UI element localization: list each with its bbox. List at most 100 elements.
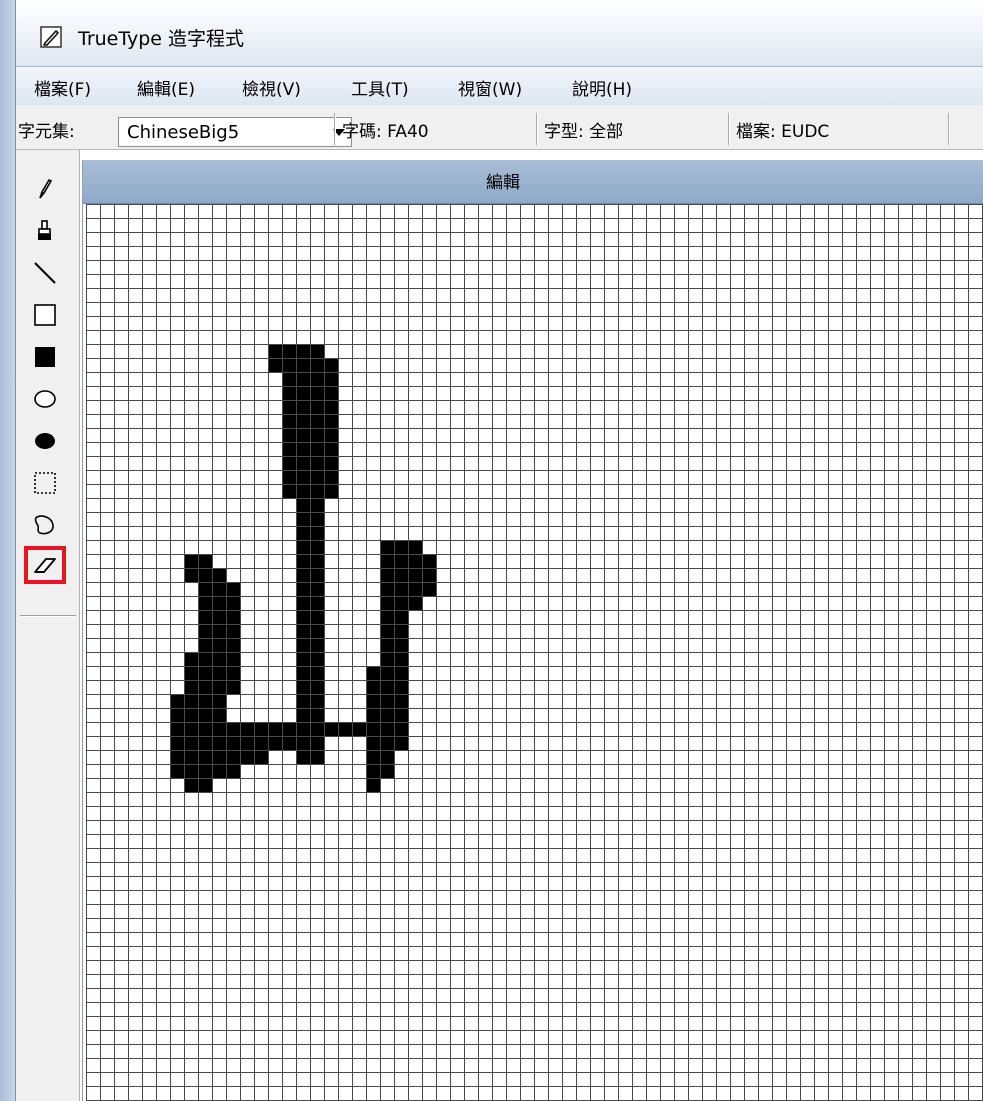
filled-pixel[interactable] [296, 680, 310, 694]
filled-pixel[interactable] [310, 414, 324, 428]
filled-pixel[interactable] [380, 554, 394, 568]
filled-pixel[interactable] [394, 596, 408, 610]
filled-pixel[interactable] [296, 624, 310, 638]
filled-pixel[interactable] [310, 624, 324, 638]
filled-pixel[interactable] [184, 680, 198, 694]
filled-pixel[interactable] [226, 582, 240, 596]
filled-pixel[interactable] [198, 582, 212, 596]
filled-pixel[interactable] [240, 722, 254, 736]
menu-file[interactable]: 檔案(F) [34, 75, 91, 100]
filled-pixel[interactable] [226, 736, 240, 750]
filled-pixel[interactable] [198, 568, 212, 582]
filled-pixel[interactable] [366, 680, 380, 694]
filled-pixel[interactable] [394, 568, 408, 582]
filled-pixel[interactable] [324, 470, 338, 484]
filled-pixel[interactable] [198, 554, 212, 568]
filled-pixel[interactable] [226, 722, 240, 736]
filled-pixel[interactable] [296, 456, 310, 470]
filled-pixel[interactable] [310, 680, 324, 694]
filled-pixel[interactable] [310, 638, 324, 652]
filled-pixel[interactable] [310, 582, 324, 596]
filled-pixel[interactable] [212, 666, 226, 680]
filled-pixel[interactable] [310, 736, 324, 750]
filled-pixel[interactable] [310, 428, 324, 442]
filled-pixel[interactable] [198, 694, 212, 708]
filled-pixel[interactable] [366, 694, 380, 708]
filled-pixel[interactable] [324, 400, 338, 414]
filled-pixel[interactable] [324, 386, 338, 400]
filled-pixel[interactable] [184, 568, 198, 582]
filled-pixel[interactable] [296, 400, 310, 414]
filled-pixel[interactable] [310, 344, 324, 358]
menu-help[interactable]: 說明(H) [572, 75, 632, 100]
filled-pixel[interactable] [380, 680, 394, 694]
filled-pixel[interactable] [282, 386, 296, 400]
filled-pixel[interactable] [198, 624, 212, 638]
filled-pixel[interactable] [380, 610, 394, 624]
filled-pixel[interactable] [198, 722, 212, 736]
filled-pixel[interactable] [310, 470, 324, 484]
filled-pixel[interactable] [184, 666, 198, 680]
filled-pixel[interactable] [296, 358, 310, 372]
filled-pixel[interactable] [380, 568, 394, 582]
filled-pixel[interactable] [310, 540, 324, 554]
rectangular-select-tool[interactable] [24, 464, 66, 502]
brush-tool[interactable] [24, 212, 66, 250]
filled-pixel[interactable] [212, 596, 226, 610]
filled-pixel[interactable] [268, 358, 282, 372]
filled-pixel[interactable] [282, 358, 296, 372]
filled-pixel[interactable] [184, 708, 198, 722]
filled-pixel[interactable] [184, 554, 198, 568]
filled-pixel[interactable] [212, 680, 226, 694]
filled-pixel[interactable] [310, 666, 324, 680]
filled-pixel[interactable] [296, 736, 310, 750]
filled-pixel[interactable] [184, 694, 198, 708]
filled-pixel[interactable] [198, 680, 212, 694]
filled-pixel[interactable] [212, 652, 226, 666]
filled-pixel[interactable] [324, 442, 338, 456]
filled-pixel[interactable] [380, 624, 394, 638]
filled-pixel[interactable] [380, 540, 394, 554]
filled-pixel[interactable] [324, 722, 338, 736]
filled-pixel[interactable] [296, 568, 310, 582]
filled-pixel[interactable] [380, 750, 394, 764]
filled-pixel[interactable] [198, 778, 212, 792]
filled-pixel[interactable] [408, 540, 422, 554]
filled-pixel[interactable] [184, 764, 198, 778]
filled-pixel[interactable] [296, 554, 310, 568]
filled-pixel[interactable] [212, 736, 226, 750]
filled-pixel[interactable] [394, 624, 408, 638]
filled-pixel[interactable] [198, 610, 212, 624]
filled-pixel[interactable] [310, 694, 324, 708]
filled-pixel[interactable] [170, 694, 184, 708]
filled-pixel[interactable] [324, 358, 338, 372]
filled-pixel[interactable] [226, 764, 240, 778]
filled-pixel[interactable] [394, 582, 408, 596]
filled-pixel[interactable] [394, 708, 408, 722]
filled-pixel[interactable] [394, 680, 408, 694]
filled-pixel[interactable] [366, 778, 380, 792]
filled-pixel[interactable] [296, 722, 310, 736]
filled-pixel[interactable] [394, 610, 408, 624]
filled-pixel[interactable] [198, 736, 212, 750]
filled-pixel[interactable] [296, 372, 310, 386]
filled-pixel[interactable] [240, 750, 254, 764]
filled-pixel[interactable] [310, 708, 324, 722]
filled-pixel[interactable] [394, 736, 408, 750]
filled-pixel[interactable] [282, 344, 296, 358]
filled-pixel[interactable] [212, 568, 226, 582]
menu-view[interactable]: 檢視(V) [242, 75, 301, 100]
filled-pixel[interactable] [422, 554, 436, 568]
filled-pixel[interactable] [226, 624, 240, 638]
filled-pixel[interactable] [282, 414, 296, 428]
filled-pixel[interactable] [296, 526, 310, 540]
filled-pixel[interactable] [282, 428, 296, 442]
filled-pixel[interactable] [310, 512, 324, 526]
filled-pixel[interactable] [296, 582, 310, 596]
filled-pixel[interactable] [324, 372, 338, 386]
filled-pixel[interactable] [366, 666, 380, 680]
filled-pixel[interactable] [296, 484, 310, 498]
filled-pixel[interactable] [296, 666, 310, 680]
glyph-edit-grid[interactable] [86, 204, 983, 1101]
filled-pixel[interactable] [254, 736, 268, 750]
